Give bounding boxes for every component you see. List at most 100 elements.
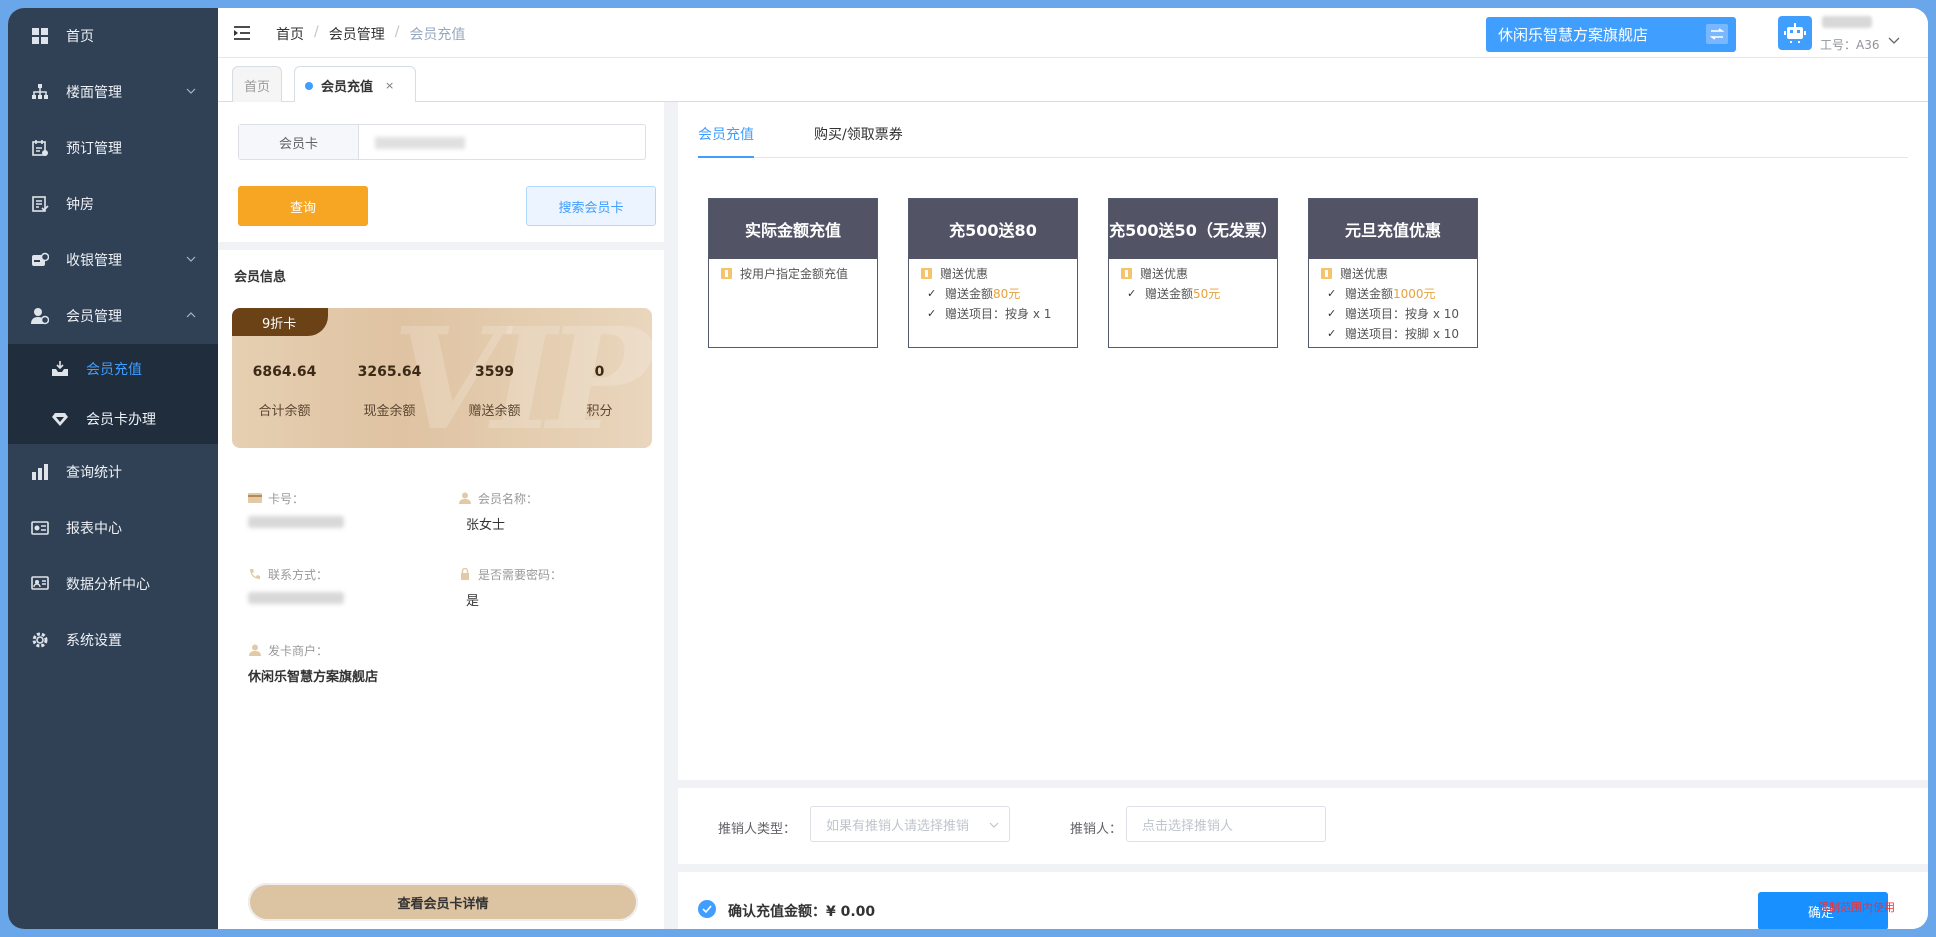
tag-member-recharge[interactable]: 会员充值 × (294, 66, 416, 104)
package-row: ✓ 赠送项目：按身 x 1 (909, 305, 1077, 322)
recharge-tabs: 会员充值 购买/领取票券 (698, 102, 1908, 158)
package-card[interactable]: 实际金额充值 按用户指定金额充值 (708, 198, 878, 348)
sidebar-item-report[interactable]: 报表中心 (8, 500, 218, 556)
confirm-amount: 确认充值金额：¥ 0.00 (728, 904, 876, 920)
package-row: ✓ 赠送金额 50元 (1109, 285, 1277, 302)
vip-card: VIP 9折卡 6864.64 合计余额 3265.64 现金余额 3599 赠… (232, 308, 652, 448)
stat-cash-balance: 3265.64 现金余额 (337, 364, 442, 419)
breadcrumb-separator: / (394, 24, 400, 40)
sidebar-item-home[interactable]: 首页 (8, 8, 218, 64)
phone-icon (250, 569, 260, 579)
analysis-icon (30, 574, 50, 594)
gift-amount: 80元 (993, 287, 1021, 301)
sitemap-icon (30, 82, 50, 102)
sidebar-item-label: 收银管理 (66, 253, 122, 269)
close-icon[interactable]: × (385, 79, 394, 92)
promoter-type-select[interactable]: 如果有推销人请选择推销 (810, 806, 1010, 842)
sidebar-item-clock-room[interactable]: 钟房 (8, 176, 218, 232)
row-text: 赠送优惠 (940, 267, 989, 281)
row-text: 赠送项目：按身 x 10 (1345, 307, 1460, 321)
tab-label: 购买/领取票券 (814, 127, 903, 143)
member-info-panel: 会员信息 VIP 9折卡 6864.64 合计余额 3265.64 现金余额 3… (218, 250, 664, 929)
store-name: 休闲乐智慧方案旗舰店 (1498, 26, 1649, 44)
stat-value: 0 (594, 364, 605, 380)
usage-watermark: 限制范围内使用 (1818, 901, 1895, 914)
package-title: 实际金额充值 (709, 199, 877, 259)
sidebar-item-settings[interactable]: 系统设置 (8, 612, 218, 668)
lock-icon (461, 568, 469, 580)
package-row: ✓ 赠送金额 80元 (909, 285, 1077, 302)
sidebar-item-label: 会员管理 (66, 309, 122, 325)
issuer-label: 发卡商户： (268, 644, 329, 658)
sidebar-item-label: 楼面管理 (66, 85, 122, 101)
view-card-detail-button[interactable]: 查看会员卡详情 (248, 883, 638, 921)
contact-field: 联系方式： (248, 566, 328, 583)
sidebar-item-label: 钟房 (66, 197, 94, 213)
query-button[interactable]: 查询 (238, 186, 368, 226)
chevron-up-icon (186, 312, 196, 318)
name-field: 会员名称： (458, 490, 538, 507)
store-switch-button[interactable]: 休闲乐智慧方案旗舰店 (1486, 17, 1736, 52)
check-icon: ✓ (927, 307, 937, 320)
package-title: 充500送80 (909, 199, 1077, 259)
search-member-card-button[interactable]: 搜索会员卡 (526, 186, 656, 226)
member-search-panel: 会员卡 查询 搜索会员卡 (218, 102, 664, 242)
issuer-value: 休闲乐智慧方案旗舰店 (248, 670, 379, 685)
check-icon: ✓ (1327, 287, 1337, 300)
member-card-input[interactable] (359, 125, 645, 159)
sidebar-item-analysis[interactable]: 数据分析中心 (8, 556, 218, 612)
stat-points: 0 积分 (547, 364, 652, 419)
avatar[interactable] (1778, 16, 1812, 50)
package-card[interactable]: 充500送50（无发票） 赠送优惠 ✓ 赠送金额 50元 (1108, 198, 1278, 348)
check-icon: ✓ (927, 287, 937, 300)
gift-icon (721, 268, 732, 279)
merchant-icon (249, 644, 261, 656)
tag-label: 首页 (243, 80, 270, 95)
tab-label: 会员充值 (698, 127, 754, 143)
chevron-down-icon[interactable] (1888, 34, 1900, 46)
submenu-member: 会员充值 会员卡办理 (8, 344, 218, 444)
row-text: 赠送金额 (1345, 287, 1394, 301)
diamond-icon (50, 409, 70, 429)
sidebar-item-member-recharge[interactable]: 会员充值 (8, 344, 218, 394)
sidebar-item-member[interactable]: 会员管理 (8, 288, 218, 344)
card-number-blurred (375, 137, 465, 149)
package-card[interactable]: 元旦充值优惠 赠送优惠 ✓ 赠送金额 1000元 ✓ 赠送项目：按身 x 10 ✓ 赠… (1308, 198, 1478, 348)
user-icon (459, 492, 471, 504)
tag-home[interactable]: 首页 (232, 66, 282, 104)
sidebar-item-booking[interactable]: 预订管理 (8, 120, 218, 176)
stat-label: 赠送余额 (468, 404, 521, 419)
sidebar-item-cashier[interactable]: 收银管理 (8, 232, 218, 288)
credit-card-icon (248, 493, 262, 503)
input-placeholder: 点击选择推销人 (1142, 818, 1234, 834)
tab-buy-ticket[interactable]: 购买/领取票券 (814, 124, 903, 144)
chevron-down-icon (186, 256, 196, 262)
active-dot-icon (305, 81, 313, 90)
row-text: 按用户指定金额充值 (740, 267, 849, 281)
package-row: 赠送优惠 (1309, 265, 1477, 282)
sidebar-item-floor[interactable]: 楼面管理 (8, 64, 218, 120)
check-circle-icon (698, 900, 716, 918)
gift-amount: 50元 (1193, 287, 1221, 301)
tab-member-recharge[interactable]: 会员充值 (698, 124, 754, 144)
check-icon: ✓ (1327, 327, 1337, 340)
promoter-input[interactable]: 点击选择推销人 (1126, 806, 1326, 842)
sidebar-item-stats[interactable]: 查询统计 (8, 444, 218, 500)
stat-value: 6864.64 (252, 364, 317, 380)
breadcrumb-current: 会员充值 (409, 27, 466, 43)
package-card[interactable]: 充500送80 赠送优惠 ✓ 赠送金额 80元 ✓ 赠送项目：按身 x 1 (908, 198, 1078, 348)
package-row: 按用户指定金额充值 (709, 265, 877, 282)
breadcrumb-home[interactable]: 首页 (276, 24, 304, 44)
password-label: 是否需要密码： (478, 568, 563, 582)
vip-stats: 6864.64 合计余额 3265.64 现金余额 3599 赠送余额 0 积分 (232, 364, 652, 419)
sidebar-item-member-card[interactable]: 会员卡办理 (8, 394, 218, 444)
member-icon (30, 306, 50, 326)
report-icon (30, 518, 50, 538)
cashier-icon (30, 250, 50, 270)
section-title: 会员信息 (234, 270, 287, 285)
tab-active-indicator (698, 156, 754, 158)
menu-fold-icon[interactable] (234, 25, 252, 41)
recharge-panel: 会员充值 购买/领取票券 实际金额充值 按用户指定金额充值 充500送80 赠送… (678, 102, 1928, 780)
breadcrumb-member[interactable]: 会员管理 (329, 24, 385, 44)
issuer-field: 发卡商户： (248, 642, 328, 659)
